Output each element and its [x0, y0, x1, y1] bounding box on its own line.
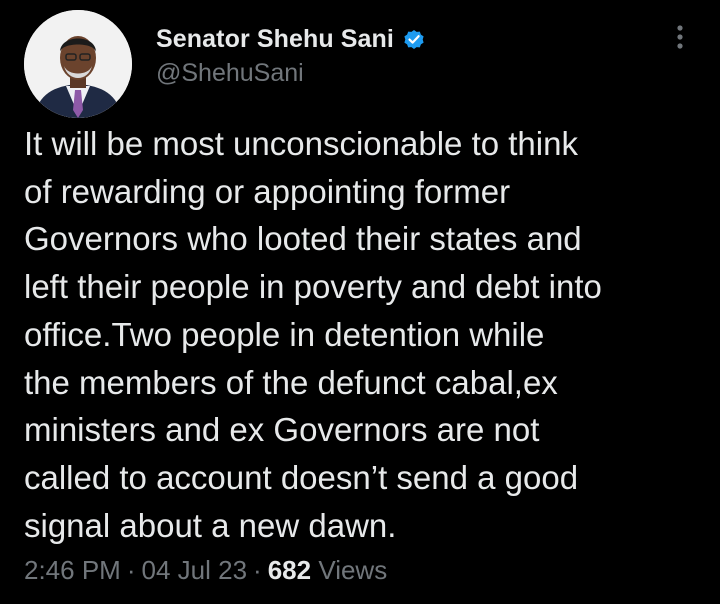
meta-separator: ·: [126, 555, 136, 585]
tweet-meta: 2:46 PM · 04 Jul 23 · 682 Views: [24, 555, 387, 586]
views-label: Views: [318, 555, 388, 585]
author-handle[interactable]: @ShehuSani: [156, 59, 304, 88]
more-vertical-icon[interactable]: [668, 22, 692, 52]
tweet-time[interactable]: 2:46 PM: [24, 555, 121, 585]
tweet-card: Senator Shehu Sani @ShehuSani It will be…: [0, 0, 720, 604]
author-name-row[interactable]: Senator Shehu Sani: [156, 22, 426, 56]
verified-badge-icon: [404, 30, 424, 49]
tweet-date[interactable]: 04 Jul 23: [142, 555, 248, 585]
tweet-text: It will be most unconscionable to think …: [24, 125, 602, 544]
meta-separator: ·: [253, 555, 262, 585]
avatar[interactable]: [24, 10, 132, 118]
author-display-name[interactable]: Senator Shehu Sani: [156, 25, 394, 54]
views-count: 682: [267, 555, 312, 585]
